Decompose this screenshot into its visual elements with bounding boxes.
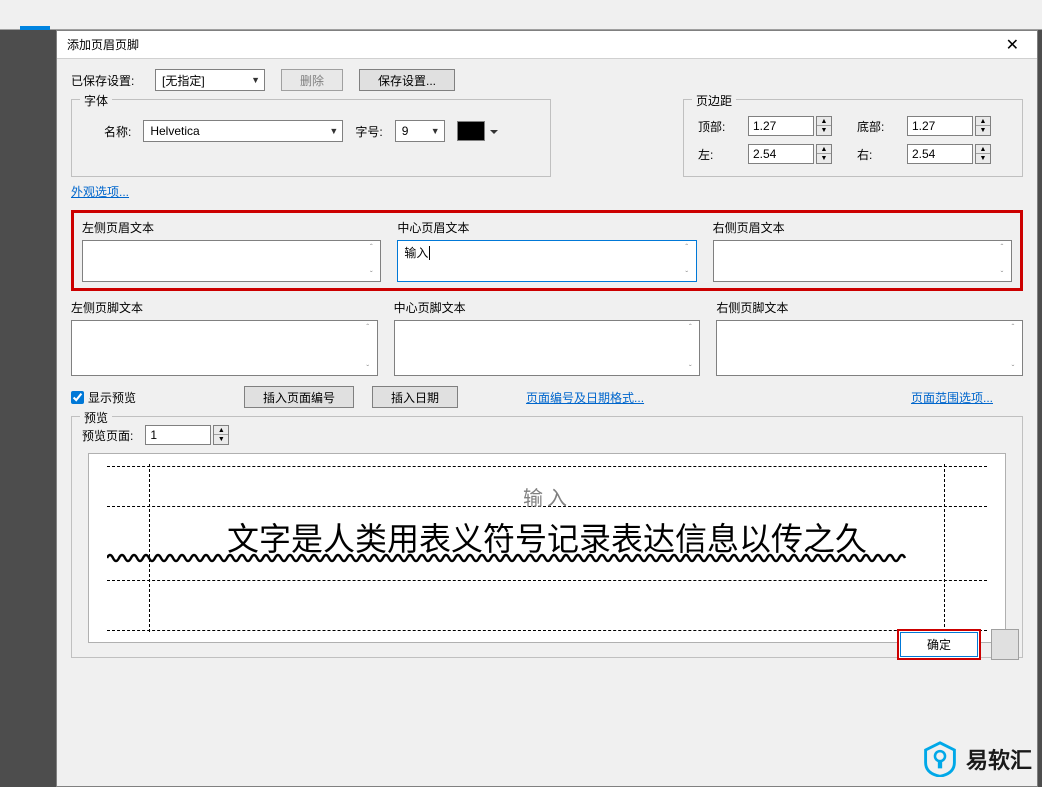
- up-icon[interactable]: ˆ: [995, 243, 1009, 252]
- footer-center-label: 中心页脚文本: [394, 299, 701, 316]
- saved-settings-row: 已保存设置: [无指定] ▼ 删除 保存设置...: [71, 69, 1023, 91]
- preview-legend: 预览: [80, 409, 112, 426]
- down-icon[interactable]: ▼: [214, 435, 228, 444]
- brand-logo-icon: [922, 741, 958, 777]
- preview-page-input[interactable]: [145, 425, 211, 445]
- brand-text: 易软汇: [966, 743, 1032, 775]
- cancel-button[interactable]: [991, 629, 1019, 660]
- toolbar-accent: [20, 26, 50, 30]
- footer-right-label: 右侧页脚文本: [716, 299, 1023, 316]
- footer-left-label: 左侧页脚文本: [71, 299, 378, 316]
- up-icon[interactable]: ˆ: [364, 243, 378, 252]
- font-size-label: 字号:: [355, 123, 382, 140]
- header-right-textarea[interactable]: ˆˇ: [713, 240, 1012, 282]
- down-icon[interactable]: ˇ: [364, 270, 378, 279]
- up-icon[interactable]: ▲: [976, 117, 990, 126]
- down-icon[interactable]: ▼: [976, 126, 990, 135]
- margin-right-label: 右:: [857, 146, 899, 163]
- down-icon[interactable]: ˇ: [680, 270, 694, 279]
- up-icon[interactable]: ˆ: [361, 323, 375, 332]
- margin-legend: 页边距: [692, 92, 736, 109]
- up-icon[interactable]: ˆ: [1006, 323, 1020, 332]
- down-icon[interactable]: ˇ: [995, 270, 1009, 279]
- down-icon[interactable]: ▼: [817, 126, 831, 135]
- dialog-body: 已保存设置: [无指定] ▼ 删除 保存设置... 字体 名称: Helveti…: [57, 59, 1037, 668]
- delete-button[interactable]: 删除: [281, 69, 343, 91]
- margin-right-spinner[interactable]: ▲▼: [907, 144, 1008, 164]
- up-icon[interactable]: ▲: [817, 145, 831, 154]
- header-highlight: 左侧页眉文本 ˆˇ 中心页眉文本 输入 ˆˇ 右侧页眉文本: [71, 210, 1023, 291]
- margin-top-spinner[interactable]: ▲▼: [748, 116, 849, 136]
- dialog-title-bar: 添加页眉页脚 ✕: [57, 31, 1037, 59]
- margin-left-spinner[interactable]: ▲▼: [748, 144, 849, 164]
- saved-settings-combo[interactable]: [无指定] ▼: [155, 69, 265, 91]
- preview-group: 预览 预览页面: ▲▼ 输入 文字是人类用表义符号记录表达信息以传之久: [71, 416, 1023, 658]
- header-center-textarea[interactable]: 输入 ˆˇ: [397, 240, 696, 282]
- up-icon[interactable]: ▲: [817, 117, 831, 126]
- margin-top-input[interactable]: [748, 116, 814, 136]
- up-icon[interactable]: ▲: [214, 426, 228, 435]
- font-name-label: 名称:: [104, 123, 131, 140]
- app-toolbar: [0, 0, 1042, 30]
- page-range-options-link[interactable]: 页面范围选项...: [911, 389, 993, 406]
- margin-top-label: 顶部:: [698, 118, 740, 135]
- preview-page-spinner[interactable]: ▲▼: [145, 425, 229, 445]
- show-preview-checkbox[interactable]: 显示预览: [71, 389, 136, 406]
- up-icon[interactable]: ˆ: [683, 323, 697, 332]
- preview-header-text: 输入: [89, 482, 1005, 511]
- margin-left-label: 左:: [698, 146, 740, 163]
- header-left-label: 左侧页眉文本: [82, 219, 381, 236]
- margin-bottom-label: 底部:: [857, 118, 899, 135]
- preview-pane: 输入 文字是人类用表义符号记录表达信息以传之久: [88, 453, 1006, 643]
- down-icon[interactable]: ˇ: [683, 364, 697, 373]
- page-number-format-link[interactable]: 页面编号及日期格式...: [526, 389, 644, 406]
- font-color-picker[interactable]: [457, 121, 485, 141]
- down-icon[interactable]: ˇ: [1006, 364, 1020, 373]
- footer-left-textarea[interactable]: ˆˇ: [71, 320, 378, 376]
- up-icon[interactable]: ˆ: [680, 243, 694, 252]
- margin-bottom-input[interactable]: [907, 116, 973, 136]
- margin-right-input[interactable]: [907, 144, 973, 164]
- top-options: 字体 名称: Helvetica ▼ 字号: 9 ▼ 页边距: [71, 99, 1023, 177]
- ok-button[interactable]: 确定: [897, 629, 981, 660]
- font-name-combo[interactable]: Helvetica ▼: [143, 120, 343, 142]
- header-left-textarea[interactable]: ˆˇ: [82, 240, 381, 282]
- header-center-label: 中心页眉文本: [397, 219, 696, 236]
- down-icon[interactable]: ▼: [817, 154, 831, 163]
- down-icon[interactable]: ▼: [976, 154, 990, 163]
- margin-left-input[interactable]: [748, 144, 814, 164]
- brand-watermark: 易软汇: [922, 741, 1032, 777]
- margin-bottom-spinner[interactable]: ▲▼: [907, 116, 1008, 136]
- margin-group: 页边距 顶部: ▲▼ 底部: ▲▼ 左: ▲▼: [683, 99, 1023, 177]
- close-icon[interactable]: ✕: [998, 33, 1027, 57]
- header-footer-dialog: 添加页眉页脚 ✕ 已保存设置: [无指定] ▼ 删除 保存设置... 字体 名称…: [56, 30, 1038, 787]
- chevron-down-icon: ▼: [251, 75, 260, 85]
- header-right-label: 右侧页眉文本: [713, 219, 1012, 236]
- dialog-title: 添加页眉页脚: [67, 36, 139, 53]
- appearance-options-link[interactable]: 外观选项...: [71, 185, 129, 199]
- insert-page-number-button[interactable]: 插入页面编号: [244, 386, 354, 408]
- font-group: 字体 名称: Helvetica ▼ 字号: 9 ▼: [71, 99, 551, 177]
- wavy-underline: [107, 552, 907, 564]
- save-settings-button[interactable]: 保存设置...: [359, 69, 455, 91]
- saved-settings-label: 已保存设置:: [71, 72, 139, 89]
- insert-date-button[interactable]: 插入日期: [372, 386, 458, 408]
- font-legend: 字体: [80, 92, 112, 109]
- font-size-combo[interactable]: 9 ▼: [395, 120, 445, 142]
- footer-right-textarea[interactable]: ˆˇ: [716, 320, 1023, 376]
- preview-page-label: 预览页面:: [82, 427, 133, 444]
- footer-center-textarea[interactable]: ˆˇ: [394, 320, 701, 376]
- down-icon[interactable]: ˇ: [361, 364, 375, 373]
- chevron-down-icon: ▼: [431, 126, 440, 136]
- up-icon[interactable]: ▲: [976, 145, 990, 154]
- chevron-down-icon: ▼: [329, 126, 338, 136]
